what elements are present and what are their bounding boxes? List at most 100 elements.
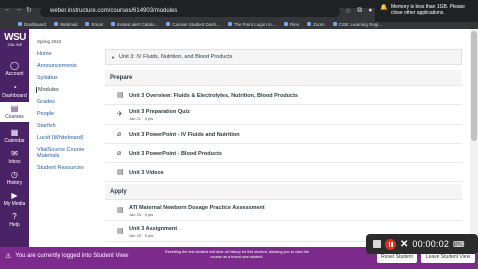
bookmark-item[interactable]: CSB: Learning Regi...	[332, 21, 383, 27]
collapse-caret-icon: ▼	[111, 54, 115, 60]
scroll-thumb[interactable]	[471, 31, 477, 141]
url-input[interactable]: weber.instructure.com/courses/614903/mod…	[40, 6, 340, 17]
module-item-title[interactable]: Unit 3 Assignment	[129, 226, 177, 232]
bookmark-favicon-icon	[85, 22, 90, 26]
nav-item-account[interactable]: ◯ Account	[0, 59, 29, 79]
bookmark-item[interactable]: The Point Logon to...	[227, 21, 276, 27]
bookmark-item[interactable]: Webmail	[54, 22, 77, 27]
bookmark-favicon-icon	[54, 22, 59, 26]
module-item-title[interactable]: Unit 3 Overview: Fluids & Electrolytes, …	[129, 93, 298, 99]
bookmark-label: Email	[91, 21, 103, 27]
nav-label: Calendar	[4, 138, 25, 144]
course-nav-syllabus[interactable]: Syllabus	[37, 75, 58, 81]
nav-label: Inbox	[8, 159, 21, 165]
logo-sub-text: ONLINE	[7, 43, 23, 47]
bookmark-item[interactable]: Dashboard	[18, 22, 46, 27]
module-item[interactable]: ⌀ Unit 3 PowerPoint - Blood Products	[105, 144, 462, 163]
bookmark-favicon-icon	[332, 22, 337, 26]
wsu-logo[interactable]: WSU ONLINE	[3, 32, 27, 52]
course-nav: Spring 2024 Home Announcements Syllabus …	[29, 29, 105, 247]
forward-icon[interactable]: →	[15, 6, 22, 13]
nav-item-dashboard[interactable]: ◔ Dashboard	[0, 81, 29, 101]
bell-icon: 🔔	[380, 5, 388, 11]
bookmark-item[interactable]: Canvas Student Dash...	[166, 22, 220, 27]
bookmark-label: Canvas Student Dash...	[172, 21, 220, 27]
module-item-title[interactable]: ATI Maternal Newborn Dosage Practice Ass…	[129, 205, 265, 211]
reset-note: Resetting the test student will clear al…	[165, 250, 309, 259]
nav-label: Help	[9, 222, 20, 228]
bookmark-item[interactable]: Zoom	[307, 22, 325, 27]
bookmark-label: Files	[289, 21, 300, 27]
quiz-icon: ✈	[117, 111, 123, 118]
bookmark-favicon-icon	[283, 22, 288, 26]
bookmark-label: Instant alert Catalo...	[116, 21, 159, 27]
student-view-message: You are currently logged into Student Vi…	[15, 253, 129, 259]
close-icon[interactable]: ✕	[400, 239, 408, 250]
nav-label: Courses	[5, 114, 24, 120]
module-header[interactable]: ▼ Unit 3: IV Fluids, Nutrition, and Bloo…	[105, 49, 462, 65]
logo-main-text: WSU	[4, 32, 26, 43]
module-item-title[interactable]: Unit 3 PowerPoint - Blood Products	[129, 151, 222, 157]
modules-content: ▼ Unit 3: IV Fluids, Nutrition, and Bloo…	[105, 29, 462, 247]
bookmark-label: CSB: Learning Regi...	[338, 21, 383, 27]
module-item-title[interactable]: Unit 3 PowerPoint - IV Fluids and Nutrit…	[129, 132, 240, 138]
module-item-meta: Jan 25 · 5 pts	[129, 212, 154, 217]
module-item[interactable]: ▤ Unit 3 Videos	[105, 163, 462, 182]
module-item[interactable]: ▤ Unit 3 Overview: Fluids & Electrolytes…	[105, 86, 462, 105]
module-item-title[interactable]: Unit 3 Videos	[129, 170, 164, 176]
course-nav-announcements[interactable]: Announcements	[37, 63, 77, 69]
module-item-meta: Jan 25 · 5 pts	[129, 233, 154, 238]
course-nav-starfish[interactable]: Starfish	[37, 123, 56, 129]
course-nav-student-resources[interactable]: Student Resources	[37, 165, 84, 171]
nav-item-history[interactable]: ◷ History	[0, 168, 29, 188]
page-scrollbar[interactable]	[470, 29, 478, 247]
nav-item-calendar[interactable]: ▦ Calendar	[0, 126, 29, 146]
bookmark-label: Zoom	[313, 21, 325, 27]
stop-icon[interactable]	[373, 240, 381, 248]
course-nav-people[interactable]: People	[37, 111, 54, 117]
module-title: Unit 3: IV Fluids, Nutrition, and Blood …	[118, 54, 233, 60]
attachment-icon: ⌀	[117, 131, 122, 138]
nav-item-inbox[interactable]: ✉ Inbox	[0, 147, 29, 167]
nav-item-my-media[interactable]: ▶ My Media	[0, 189, 29, 209]
profile-icon[interactable]: ●	[368, 7, 372, 15]
global-nav: WSU ONLINE ◯ Account ◔ Dashboard ▤ Courses …	[0, 29, 29, 247]
keyboard-icon[interactable]: ⌨	[453, 240, 465, 249]
bookmark-favicon-icon	[110, 22, 115, 26]
course-nav-lucid[interactable]: Lucid (Whiteboard)	[37, 135, 83, 141]
module-item-title[interactable]: Unit 3 Preparation Quiz	[129, 109, 190, 115]
nav-item-help[interactable]: ? Help	[0, 210, 29, 230]
course-nav-grades[interactable]: Grades	[37, 99, 55, 105]
calendar-icon: ▦	[10, 128, 19, 137]
reload-icon[interactable]: ↻	[26, 6, 32, 14]
extensions-icon[interactable]: ⧉	[357, 7, 362, 15]
bookmark-item[interactable]: Files	[283, 21, 300, 27]
course-nav-home[interactable]: Home	[37, 51, 52, 57]
course-nav-vitalsource[interactable]: VitalSource Course Materials	[37, 147, 99, 159]
term-label: Spring 2024	[37, 39, 62, 44]
section-header-apply: Apply	[105, 184, 462, 200]
account-icon: ◯	[10, 61, 19, 70]
assignment-icon: ▤	[117, 228, 124, 235]
section-header-prepare: Prepare	[105, 70, 462, 86]
nav-item-courses[interactable]: ▤ Courses	[0, 102, 29, 122]
bookmark-item[interactable]: Email	[85, 21, 103, 27]
module-item[interactable]: ▤ ATI Maternal Newborn Dosage Practice A…	[105, 200, 462, 221]
module-item[interactable]: ✈ Unit 3 Preparation Quiz Jan 21 · 5 pts	[105, 105, 462, 125]
course-nav-modules[interactable]: Modules	[36, 87, 59, 93]
nav-label: Dashboard	[2, 93, 27, 99]
bookmark-favicon-icon	[18, 22, 22, 26]
pause-icon[interactable]	[385, 238, 396, 250]
module-item[interactable]: ⌀ Unit 3 PowerPoint - IV Fluids and Nutr…	[105, 125, 462, 144]
page-icon: ▤	[117, 169, 124, 176]
nav-label: My Media	[3, 201, 26, 207]
bookmark-label: Dashboard	[24, 21, 47, 27]
nav-label: History	[6, 180, 23, 186]
bookmark-star-icon[interactable]: ☆	[345, 7, 351, 15]
bookmark-favicon-icon	[227, 22, 232, 26]
back-icon[interactable]: ←	[4, 6, 11, 13]
toast-message: Memory is less than 1GB. Please close ot…	[391, 4, 465, 16]
bookmark-item[interactable]: Instant alert Catalo...	[110, 21, 159, 27]
dashboard-icon: ◔	[12, 83, 17, 92]
bookmark-label: The Point Logon to...	[233, 21, 276, 27]
